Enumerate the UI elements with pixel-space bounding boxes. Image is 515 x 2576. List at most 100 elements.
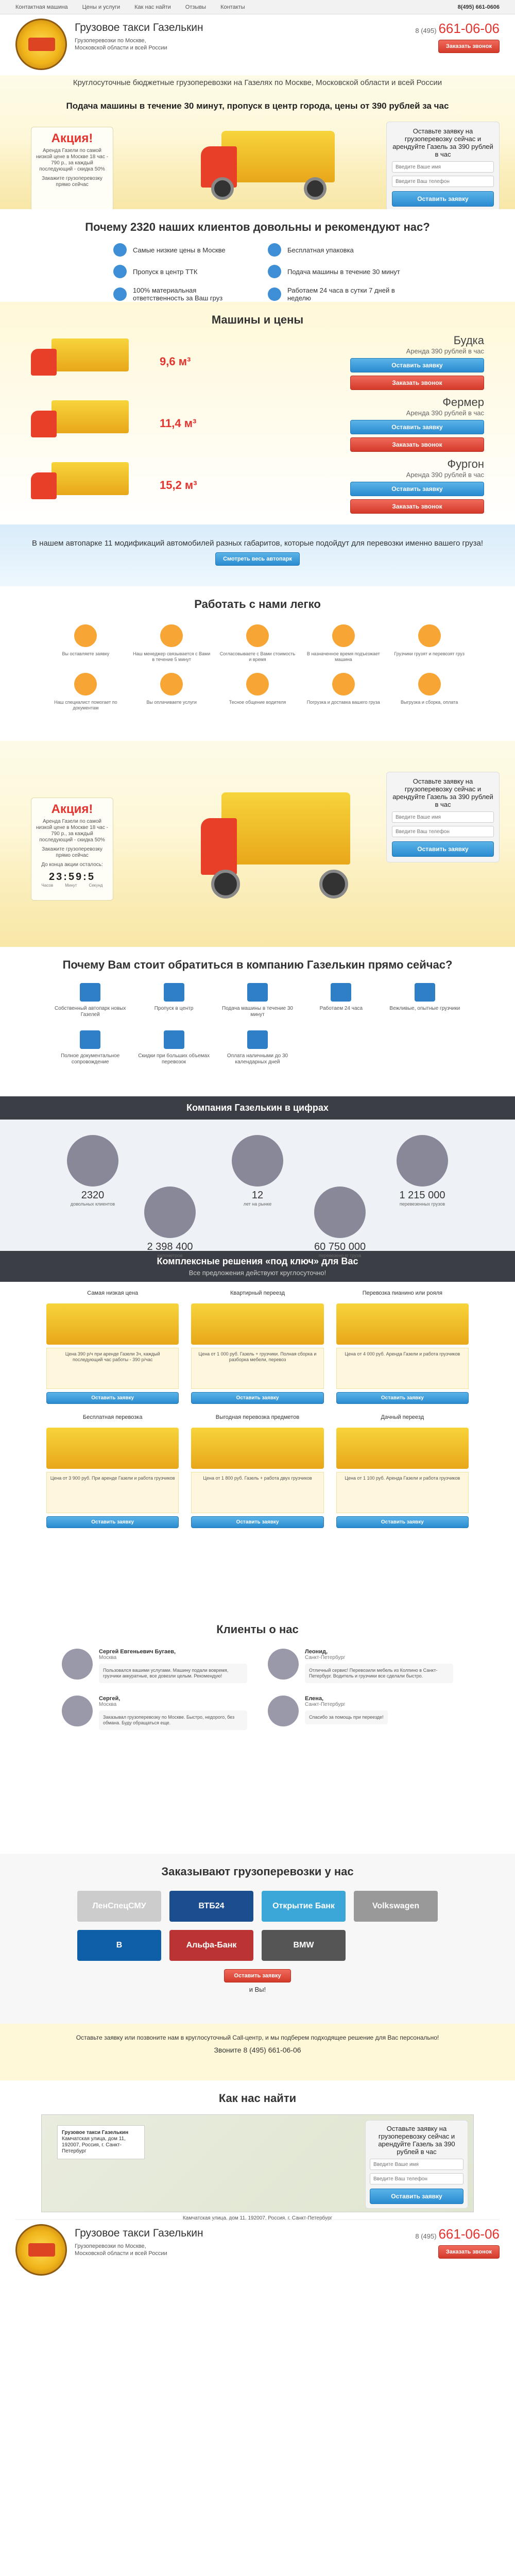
solution-order-button[interactable]: Оставить заявку <box>191 1516 324 1528</box>
step-icon <box>332 624 355 647</box>
name-input[interactable] <box>370 2159 464 2170</box>
map[interactable]: Грузовое такси Газелькин Камчатская улиц… <box>41 2114 474 2212</box>
machine-order-button[interactable]: Оставить заявку <box>350 419 484 434</box>
call-phone[interactable]: Звоните 8 (495) 661-06-06 <box>0 2046 515 2054</box>
clients-tail: и Вы! <box>249 1986 266 1993</box>
reason-item: Скидки при больших объемах перевозок <box>135 1030 212 1065</box>
fleet-button[interactable]: Смотреть весь автопарк <box>215 552 300 566</box>
promo-heading: Акция! <box>51 131 93 145</box>
hero: Круглосуточные бюджетные грузоперевозки … <box>0 75 515 209</box>
solution-image <box>46 1428 179 1469</box>
machine-name: Фермер <box>442 395 484 409</box>
avatar <box>268 1696 299 1726</box>
machine-call-button[interactable]: Заказать звонок <box>350 437 484 452</box>
review-card: Елена, Санкт-Петербург Спасибо за помощь п… <box>268 1696 453 1730</box>
client-logo: Volkswagen <box>354 1891 438 1922</box>
pass-icon <box>163 983 184 1002</box>
numbers-title: Компания Газелькин в цифрах <box>0 1096 515 1120</box>
solution-order-button[interactable]: Оставить заявку <box>191 1392 324 1404</box>
topmenu-item[interactable]: Контактная машина <box>15 4 68 10</box>
order-call-button[interactable]: Заказать звонок <box>438 2245 500 2259</box>
topmenu-item[interactable]: Контакты <box>220 4 245 10</box>
machine-call-button[interactable]: Заказать звонок <box>350 499 484 514</box>
step-item: Вы оставляете заявку <box>46 624 125 663</box>
step-item: Выгрузка и сборка, оплата <box>390 673 469 711</box>
phone-number[interactable]: 661-06-06 <box>438 21 500 36</box>
machine-order-button[interactable]: Оставить заявку <box>350 358 484 372</box>
steps-section: Работать с нами легко Вы оставляете заяв… <box>0 586 515 741</box>
phone-number[interactable]: 661-06-06 <box>438 2226 500 2242</box>
promo-heading: Акция! <box>51 802 93 816</box>
why-item: Бесплатная упаковка <box>268 243 402 257</box>
solution-order-button[interactable]: Оставить заявку <box>46 1392 179 1404</box>
logo[interactable] <box>15 19 67 70</box>
reasons-title: Почему Вам стоит обратиться в компанию Г… <box>62 958 453 971</box>
submit-button[interactable]: Оставить заявку <box>392 191 494 207</box>
step-icon <box>160 673 183 696</box>
form-title: Оставьте заявку на грузоперевозку сейчас… <box>392 777 493 808</box>
clients-order-button[interactable]: Оставить заявку <box>224 1969 291 1982</box>
why-item: Подача машины в течение 30 минут <box>268 265 402 278</box>
timer-label-seconds: Секунд <box>89 883 103 888</box>
phone-input[interactable] <box>392 826 494 837</box>
promo-text2: Закажите грузоперевозку прямо сейчас <box>42 846 102 858</box>
timer-label-minutes: Минут <box>65 883 77 888</box>
why-title: Почему 2320 наших клиентов довольны и ре… <box>85 221 430 233</box>
client-logo: B <box>77 1930 161 1961</box>
steps-title: Работать с нами легко <box>194 598 321 611</box>
footer-logo[interactable] <box>15 2224 67 2276</box>
discount-icon <box>163 1030 184 1049</box>
step-icon <box>418 624 441 647</box>
order-call-button[interactable]: Заказать звонок <box>438 40 500 53</box>
machine-price: Аренда 390 рублей в час <box>406 470 484 479</box>
clients-section: Заказывают грузоперевозки у нас ЛенСпецС… <box>0 1854 515 2024</box>
solution-order-button[interactable]: Оставить заявку <box>336 1392 469 1404</box>
solutions-header: Комплексные решения «под ключ» для Вас В… <box>0 1251 515 1282</box>
promo-text: Аренда Газели по самой низкой цене в Мос… <box>36 819 108 843</box>
truck-image <box>31 400 134 447</box>
name-input[interactable] <box>392 161 494 173</box>
machine-order-button[interactable]: Оставить заявку <box>350 481 484 496</box>
topmenu-item[interactable]: Как нас найти <box>134 4 171 10</box>
banner-text: В нашем автопарке 11 модификаций автомоб… <box>32 539 483 548</box>
solution-card: Квартирный переезд Цена от 1 000 руб. Газ… <box>191 1290 324 1404</box>
solution-order-button[interactable]: Оставить заявку <box>336 1516 469 1528</box>
stopwatch-icon <box>247 983 268 1002</box>
ruble-icon <box>113 243 127 257</box>
truck-image <box>31 338 134 385</box>
machine-volume: 9,6 м³ <box>160 355 191 368</box>
topmenu-item[interactable]: Отзывы <box>185 4 206 10</box>
why-item: Самые низкие цены в Москве <box>113 243 247 257</box>
reason-item: Работаем 24 часа <box>302 983 380 1018</box>
reason-item: Пропуск в центр <box>135 983 212 1018</box>
machine-volume: 15,2 м³ <box>160 479 197 492</box>
name-input[interactable] <box>392 811 494 823</box>
hero-form-2: Оставьте заявку на грузоперевозку сейчас… <box>386 772 500 862</box>
step-item: Тесное общение водителя <box>218 673 297 711</box>
machines-section: Машины и цены 9,6 м³ Будка Аренда 390 ру… <box>0 302 515 524</box>
submit-button[interactable]: Оставить заявку <box>370 2189 464 2204</box>
call-text: Оставьте заявку или позвоните нам в круг… <box>76 2034 439 2041</box>
why-section: Почему 2320 наших клиентов довольны и ре… <box>0 209 515 302</box>
step-icon <box>160 624 183 647</box>
machine-call-button[interactable]: Заказать звонок <box>350 375 484 390</box>
machine-price: Аренда 390 рублей в час <box>406 347 484 355</box>
solution-order-button[interactable]: Оставить заявку <box>46 1516 179 1528</box>
hero-promo-2: Акция! Аренда Газели по самой низкой цен… <box>0 741 515 947</box>
header-phone: 8 (495) 661-06-06 Заказать звонок <box>415 21 500 53</box>
phone-input[interactable] <box>392 176 494 187</box>
fleet-banner: В нашем автопарке 11 модификаций автомоб… <box>0 524 515 586</box>
topmenu-item[interactable]: Цены и услуги <box>82 4 120 10</box>
step-item: Наш менеджер связывается с Вами в течени… <box>132 624 211 663</box>
solution-image <box>46 1303 179 1345</box>
avatar <box>62 1649 93 1680</box>
step-item: Грузчики грузят и перевозят груз <box>390 624 469 663</box>
top-phone[interactable]: 8(495) 661-0606 <box>458 4 500 10</box>
phone-input[interactable] <box>370 2173 464 2184</box>
countdown-timer: 23:59:5 <box>49 871 95 883</box>
clients-title: Заказывают грузоперевозки у нас <box>161 1865 354 1878</box>
step-item: Наш специалист помогает по документам <box>46 673 125 711</box>
step-icon <box>332 673 355 696</box>
solutions-title: Комплексные решения «под ключ» для Вас <box>157 1256 358 1266</box>
submit-button[interactable]: Оставить заявку <box>392 841 494 857</box>
